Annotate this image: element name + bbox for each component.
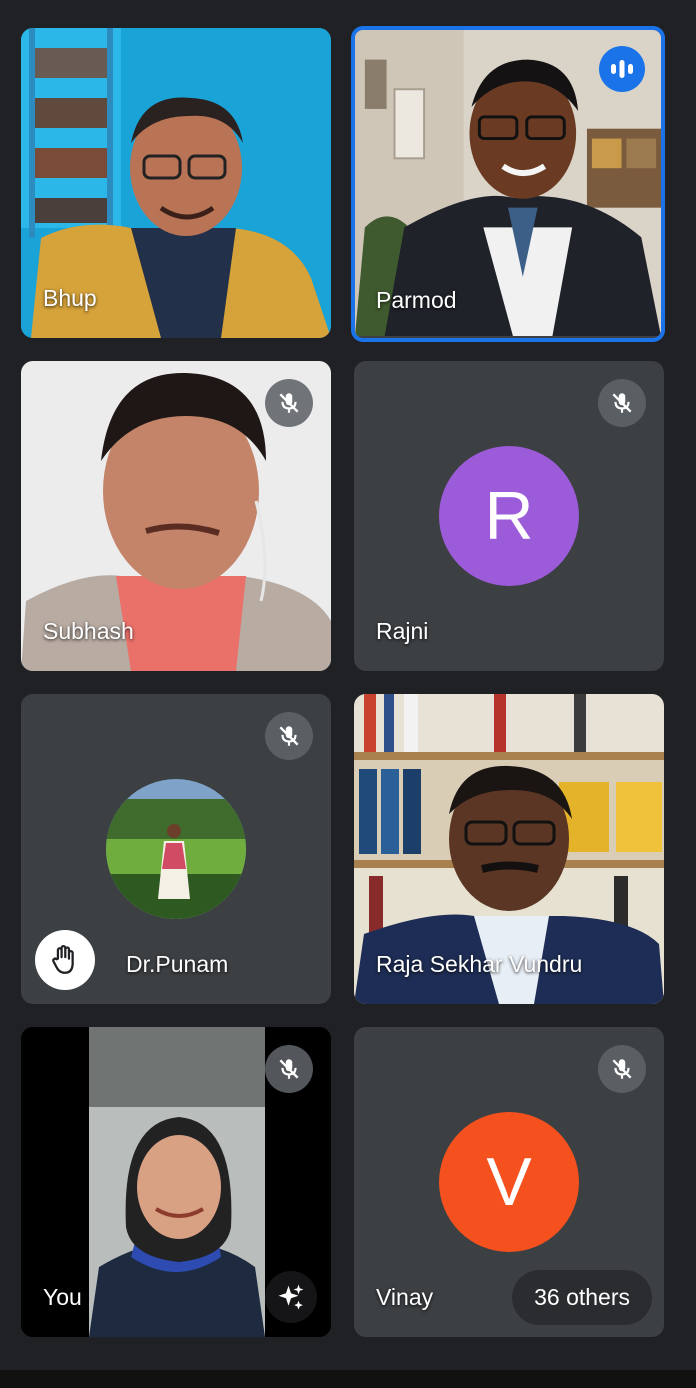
participant-tile-subhash[interactable]: Subhash — [21, 361, 331, 671]
participant-tile-you[interactable]: You — [21, 1027, 331, 1337]
participant-tile-parmod[interactable]: Parmod — [351, 26, 665, 342]
mute-indicator — [265, 379, 313, 427]
avatar: V — [439, 1112, 579, 1252]
visual-effects-button[interactable] — [265, 1271, 317, 1323]
participant-name: Dr.Punam — [126, 951, 229, 977]
participant-tile-raja-sekhar-vundru[interactable]: Raja Sekhar Vundru — [354, 694, 664, 1004]
mute-indicator — [265, 1045, 313, 1093]
mute-indicator — [265, 712, 313, 760]
participant-tile-rajni[interactable]: R Rajni — [354, 361, 664, 671]
mute-indicator — [598, 379, 646, 427]
participant-grid: Bhup Parmod Subhash R Rajni Dr.Punam Raj… — [0, 0, 696, 1388]
avatar — [106, 779, 246, 919]
participant-name: Subhash — [43, 618, 134, 644]
participant-name: Bhup — [43, 285, 97, 311]
mic-off-icon — [279, 1059, 299, 1079]
participant-name: Parmod — [376, 287, 457, 313]
participant-name: Vinay — [376, 1284, 434, 1310]
mic-off-icon — [612, 1059, 632, 1079]
profile-photo — [106, 779, 246, 919]
participant-name: Raja Sekhar Vundru — [376, 951, 583, 977]
sparkle-icon — [278, 1284, 304, 1310]
participant-tile-drpunam[interactable]: Dr.Punam — [21, 694, 331, 1004]
participant-tile-bhup[interactable]: Bhup — [21, 28, 331, 338]
participant-tile-vinay[interactable]: V Vinay 36 others — [354, 1027, 664, 1337]
audio-level-icon — [611, 60, 633, 78]
participant-name: You — [43, 1284, 82, 1310]
raised-hand-indicator[interactable] — [35, 930, 95, 990]
mic-off-icon — [279, 393, 299, 413]
participant-name: Rajni — [376, 618, 429, 644]
bottom-bar — [0, 1370, 696, 1388]
mute-indicator — [598, 1045, 646, 1093]
raised-hand-icon — [52, 945, 74, 974]
speaking-indicator — [599, 46, 645, 92]
avatar: R — [439, 446, 579, 586]
mic-off-icon — [612, 393, 632, 413]
mic-off-icon — [279, 726, 299, 746]
others-count-button[interactable]: 36 others — [512, 1270, 652, 1325]
